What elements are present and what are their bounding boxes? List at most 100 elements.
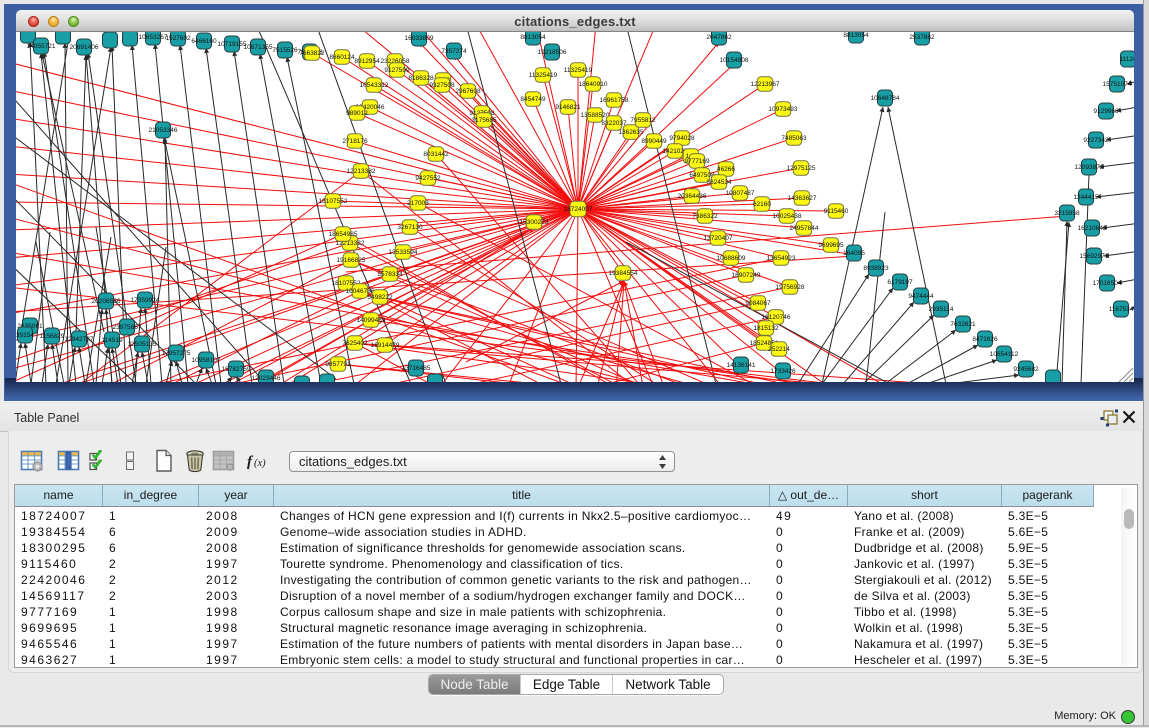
svg-text:2047862: 2047862 — [706, 34, 732, 41]
svg-text:9084067: 9084067 — [745, 300, 771, 307]
svg-text:3215958: 3215958 — [1054, 210, 1080, 217]
svg-text:18907249: 18907249 — [732, 272, 761, 279]
svg-text:9227342: 9227342 — [1083, 137, 1109, 144]
svg-text:9146821: 9146821 — [555, 104, 581, 111]
svg-text:217003: 217003 — [407, 200, 429, 207]
svg-text:12975125: 12975125 — [787, 165, 816, 172]
svg-text:10671355: 10671355 — [244, 44, 273, 51]
svg-text:16782759: 16782759 — [222, 366, 251, 373]
svg-text:8990449: 8990449 — [641, 138, 667, 145]
svg-text:1527602: 1527602 — [165, 35, 191, 42]
svg-text:114519: 114519 — [101, 337, 123, 344]
svg-text:10648784: 10648784 — [871, 95, 900, 102]
svg-text:9427552: 9427552 — [415, 175, 441, 182]
svg-text:6179197: 6179197 — [887, 279, 913, 286]
svg-text:8938923: 8938923 — [863, 265, 889, 272]
svg-text:10688609: 10688609 — [717, 255, 746, 262]
svg-text:7386322: 7386322 — [692, 213, 718, 220]
svg-text:24957844: 24957844 — [790, 225, 819, 232]
svg-text:19384554: 19384554 — [609, 270, 638, 277]
svg-text:7663822: 7663822 — [299, 50, 325, 57]
svg-text:9327508: 9327508 — [429, 82, 455, 89]
svg-text:13654923: 13654923 — [767, 255, 796, 262]
svg-text:17016504: 17016504 — [1093, 280, 1122, 287]
svg-text:9474444: 9474444 — [908, 293, 934, 300]
svg-text:15300273: 15300273 — [520, 219, 549, 226]
svg-text:10807487: 10807487 — [726, 190, 755, 197]
svg-text:10719155: 10719155 — [218, 41, 247, 48]
svg-text:20691406: 20691406 — [70, 44, 99, 51]
svg-text:16210643: 16210643 — [1078, 225, 1107, 232]
svg-text:13533594: 13533594 — [389, 249, 418, 256]
svg-text:10025438: 10025438 — [773, 213, 802, 220]
svg-text:9245682: 9245682 — [1013, 366, 1039, 373]
svg-text:9699695: 9699695 — [818, 242, 844, 249]
svg-text:16914479: 16914479 — [371, 342, 400, 349]
svg-text:f: f — [247, 454, 254, 470]
svg-text:16120746: 16120746 — [762, 314, 791, 321]
svg-text:8322037: 8322037 — [601, 120, 627, 127]
svg-text:13720407: 13720407 — [704, 235, 733, 242]
svg-text:252214: 252214 — [768, 346, 790, 353]
svg-text:10653267: 10653267 — [139, 34, 168, 41]
svg-text:9777169: 9777169 — [684, 158, 710, 165]
svg-text:7485063: 7485063 — [781, 135, 807, 142]
svg-text:8813054: 8813054 — [843, 32, 869, 39]
svg-text:7357274: 7357274 — [441, 48, 467, 55]
svg-text:1244415: 1244415 — [1073, 194, 1099, 201]
svg-text:8813054: 8813054 — [520, 34, 546, 41]
svg-text:1167534: 1167534 — [1109, 306, 1134, 313]
svg-text:9857791: 9857791 — [325, 361, 351, 368]
svg-text:39154: 39154 — [16, 332, 34, 339]
svg-text:8031442: 8031442 — [423, 151, 449, 158]
svg-text:8454749: 8454749 — [520, 96, 546, 103]
svg-text:8912954: 8912954 — [354, 58, 380, 65]
svg-text:20206536: 20206536 — [92, 298, 121, 305]
svg-text:19166825: 19166825 — [337, 257, 366, 264]
svg-text:7515526: 7515526 — [272, 47, 298, 54]
svg-text:7955812: 7955812 — [630, 117, 656, 124]
svg-text:18724007: 18724007 — [564, 206, 593, 213]
svg-text:11325419: 11325419 — [529, 72, 558, 79]
svg-text:21053346: 21053346 — [149, 127, 178, 134]
svg-text:62160: 62160 — [753, 201, 771, 208]
svg-text:164095: 164095 — [843, 250, 865, 257]
svg-text:10154808: 10154808 — [720, 57, 749, 64]
svg-text:10958107: 10958107 — [192, 357, 221, 364]
svg-text:12213382: 12213382 — [347, 168, 376, 175]
svg-text:14055721: 14055721 — [27, 43, 56, 50]
svg-text:3624534: 3624534 — [706, 179, 732, 186]
svg-text:12213967: 12213967 — [751, 81, 780, 88]
svg-text:2967608: 2967608 — [455, 88, 481, 95]
svg-text:16961758: 16961758 — [600, 97, 629, 104]
svg-text:2537862: 2537862 — [909, 34, 935, 41]
svg-text:16033809: 16033809 — [405, 35, 434, 42]
svg-text:12942737: 12942737 — [65, 336, 94, 343]
svg-text:14099489: 14099489 — [357, 317, 386, 324]
svg-text:3267130: 3267130 — [397, 224, 423, 231]
svg-text:20364436: 20364436 — [678, 193, 707, 200]
svg-text:12093872: 12093872 — [1075, 164, 1104, 171]
svg-text:13716485: 13716485 — [402, 365, 431, 372]
svg-text:3175685: 3175685 — [471, 117, 497, 124]
svg-text:18640910: 18640910 — [579, 81, 608, 88]
svg-text:15692971: 15692971 — [1080, 253, 1109, 260]
svg-text:1733426: 1733426 — [770, 368, 796, 375]
svg-text:19756928: 19756928 — [776, 284, 805, 291]
svg-text:5498222: 5498222 — [367, 294, 393, 301]
svg-text:18654985: 18654985 — [329, 231, 358, 238]
svg-text:15751074: 15751074 — [1103, 81, 1132, 88]
svg-text:18107552: 18107552 — [319, 198, 348, 205]
svg-text:8471626: 8471626 — [972, 336, 998, 343]
svg-text:1362635: 1362635 — [618, 129, 644, 136]
svg-text:7625402: 7625402 — [342, 340, 368, 347]
svg-text:5578334: 5578334 — [377, 271, 403, 278]
svg-text:7632621: 7632621 — [950, 321, 976, 328]
svg-text:9115460: 9115460 — [824, 208, 849, 215]
svg-text:11325419: 11325419 — [564, 67, 593, 74]
svg-text:1815132: 1815132 — [753, 325, 779, 332]
svg-text:17957275: 17957275 — [162, 350, 191, 357]
svg-text:46266: 46266 — [717, 166, 735, 173]
svg-text:9129966: 9129966 — [1093, 108, 1119, 115]
svg-text:8660124: 8660124 — [329, 54, 355, 61]
